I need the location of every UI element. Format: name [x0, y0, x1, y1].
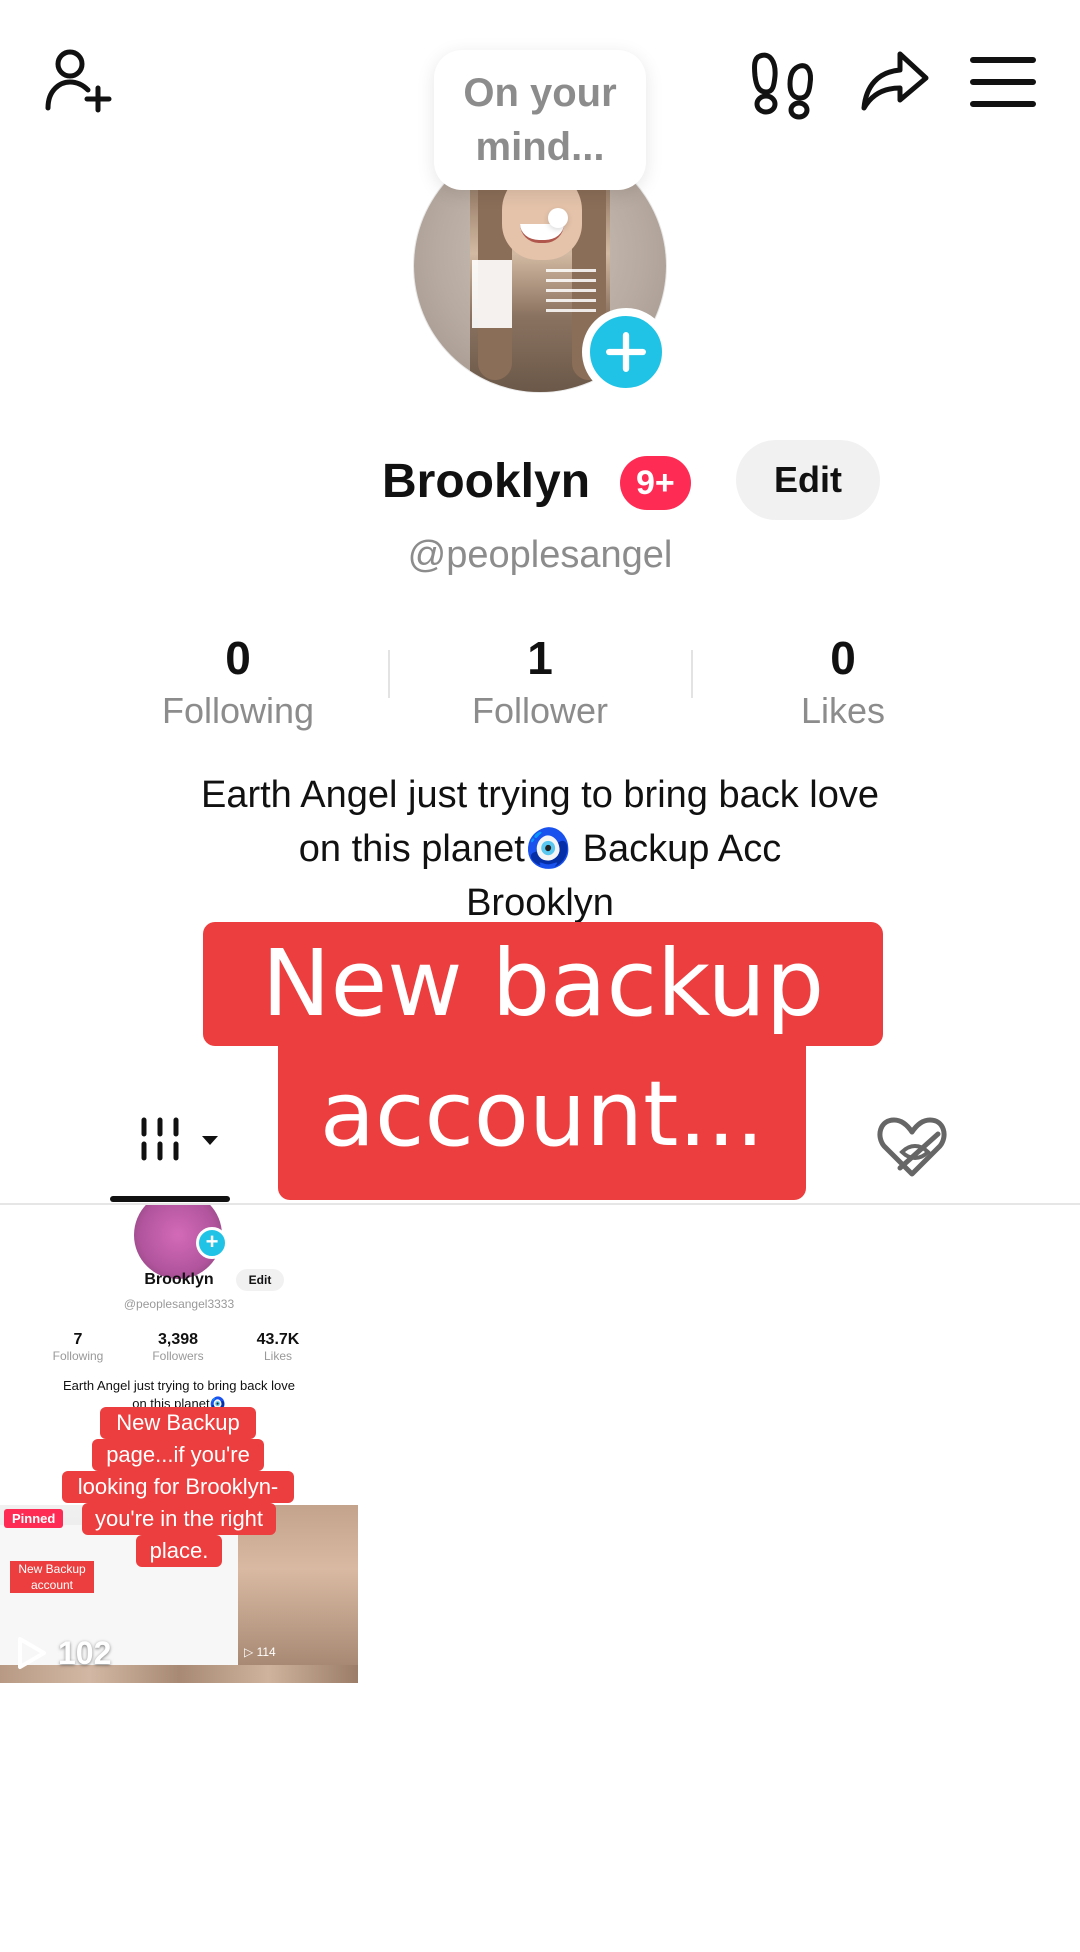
- thumb-bio-line1: Earth Angel just trying to bring back lo…: [63, 1378, 295, 1393]
- thumb-stat-following: 7 Following: [38, 1331, 118, 1363]
- thumb-inner-views-value: 114: [256, 1645, 276, 1659]
- active-tab-indicator: [110, 1196, 230, 1202]
- stat-followers[interactable]: 1 Follower: [390, 630, 690, 736]
- thumb-inner-caption-line1: New Backup: [18, 1562, 86, 1576]
- liked-hidden-icon: [877, 1117, 947, 1177]
- share-profile-button[interactable]: [854, 42, 934, 122]
- play-icon: [18, 1637, 46, 1669]
- stat-followers-value: 1: [527, 632, 553, 684]
- footprints-icon: [752, 52, 813, 120]
- pinned-badge: Pinned: [4, 1509, 64, 1528]
- thumb-stat-label: Following: [52, 1349, 104, 1363]
- edit-profile-button[interactable]: Edit: [736, 440, 880, 520]
- profile-bio: Earth Angel just trying to bring back lo…: [100, 768, 980, 930]
- bubble-line2: mind...: [475, 125, 605, 169]
- status-thought-bubble[interactable]: On your mind...: [434, 50, 646, 190]
- thumb-stat-followers: 3,398 Followers: [138, 1331, 218, 1363]
- stat-following-label: Following: [161, 690, 315, 731]
- bubble-tail-dot: [548, 208, 568, 228]
- bubble-line1: On your: [463, 71, 617, 115]
- bio-line2: on this planet🧿 Backup Acc: [298, 828, 782, 870]
- stat-following-value: 0: [225, 632, 251, 684]
- video-view-count-value: 102: [58, 1634, 112, 1671]
- tab-videos[interactable]: [110, 1112, 230, 1192]
- stat-followers-label: Follower: [471, 690, 609, 731]
- thumb-plus-icon: +: [196, 1227, 228, 1259]
- plus-icon: [606, 332, 646, 372]
- video-view-count: 102: [14, 1633, 111, 1673]
- video-thumbnail[interactable]: + Brooklyn Edit @peoplesangel3333 7 Foll…: [0, 1205, 358, 1683]
- thumb-inner-caption-line2: account: [30, 1578, 74, 1592]
- thumb-stat-value: 3,398: [157, 1331, 199, 1348]
- thumb-caption-line4: you're in the right: [82, 1503, 276, 1535]
- notification-badge[interactable]: 9+: [620, 456, 691, 510]
- share-arrow-icon: [861, 51, 929, 111]
- thumb-stat-label: Followers: [152, 1349, 204, 1363]
- thumb-stat-value: 7: [73, 1331, 83, 1348]
- stat-likes-label: Likes: [800, 690, 886, 731]
- thumb-stat-value: 43.7K: [256, 1331, 300, 1348]
- thumb-caption-line5: place.: [136, 1535, 222, 1567]
- thumb-inner-views: ▷ 114: [244, 1645, 276, 1659]
- avatar-note-card: [472, 260, 512, 328]
- thumb-edit-button: Edit: [236, 1269, 284, 1291]
- thumb-name: Brooklyn: [144, 1271, 214, 1288]
- thumb-stat-label: Likes: [263, 1349, 292, 1363]
- thumb-handle: @peoplesangel3333: [123, 1297, 235, 1311]
- bio-line1: Earth Angel just trying to bring back lo…: [200, 774, 880, 816]
- thumb-inner-caption: New Backup account: [10, 1561, 94, 1593]
- profile-views-button[interactable]: [742, 42, 822, 122]
- add-avatar-button[interactable]: [582, 308, 670, 396]
- add-friend-button[interactable]: [38, 42, 118, 122]
- profile-handle: @peoplesangel: [407, 534, 673, 576]
- tab-liked[interactable]: [872, 1108, 952, 1188]
- stat-likes-value: 0: [830, 632, 856, 684]
- menu-button[interactable]: [963, 42, 1043, 122]
- hamburger-menu-icon: [970, 57, 1036, 107]
- thumb-stat-likes: 43.7K Likes: [238, 1331, 318, 1363]
- profile-name: Brooklyn: [382, 455, 591, 508]
- caption-line2: account...: [278, 1030, 806, 1200]
- thumb-caption-line1: New Backup: [100, 1407, 256, 1439]
- stat-following[interactable]: 0 Following: [88, 630, 388, 736]
- thumb-caption-line3: looking for Brooklyn-: [62, 1471, 294, 1503]
- thumb-caption-line2: page...if you're: [92, 1439, 264, 1471]
- grid-icon: [141, 1117, 218, 1161]
- person-plus-icon: [45, 49, 112, 113]
- caption-line1: New backup: [203, 922, 883, 1046]
- stat-likes[interactable]: 0 Likes: [693, 630, 993, 736]
- avatar-text-overlay: [542, 262, 600, 322]
